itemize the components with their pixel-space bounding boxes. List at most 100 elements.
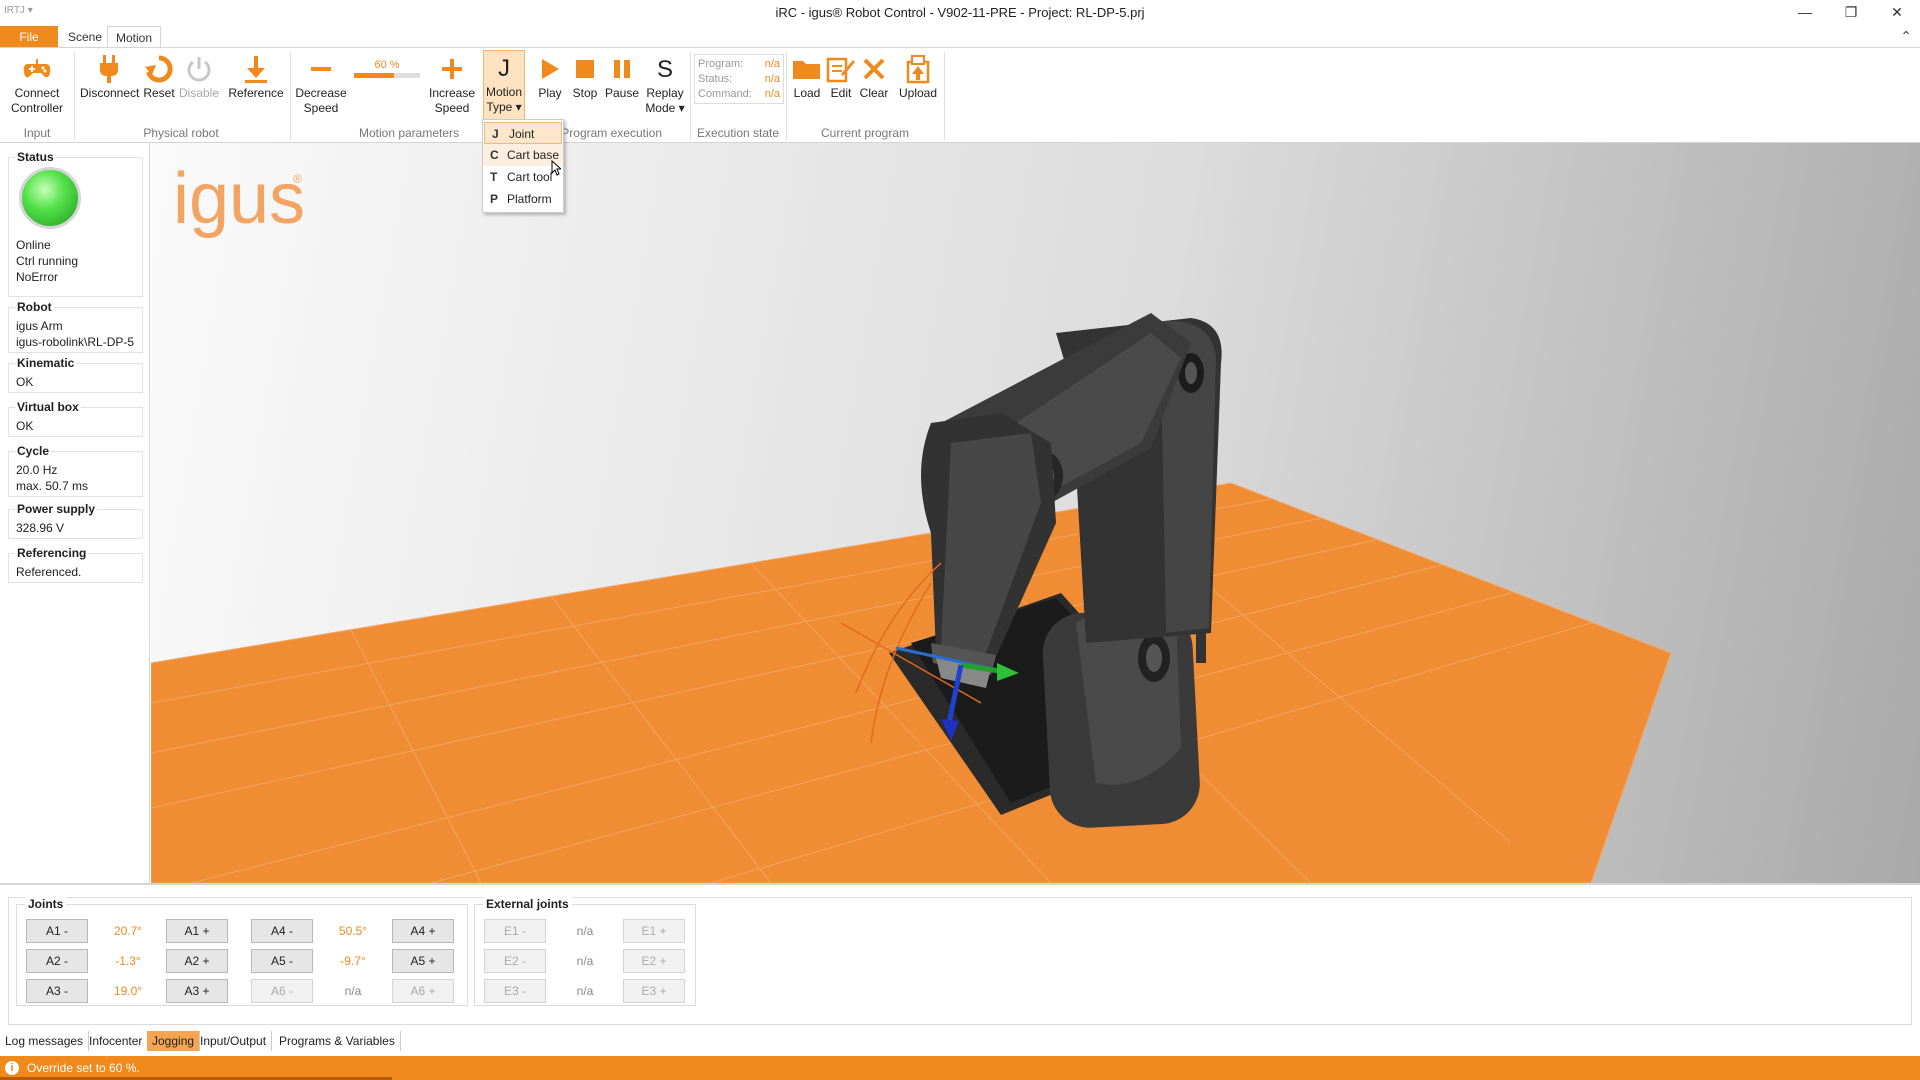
e2-plus-button[interactable]: E2 +	[623, 949, 685, 973]
connect-controller-button[interactable]: Connect Controller	[6, 52, 68, 116]
tab-motion[interactable]: Motion	[107, 26, 162, 48]
e3-plus-button[interactable]: E3 +	[623, 979, 685, 1003]
stop-button[interactable]: Stop	[568, 52, 602, 101]
group-label-physical-robot: Physical robot	[143, 126, 219, 140]
tab-programs-variables[interactable]: Programs & Variables	[274, 1031, 401, 1051]
status-online: Online	[16, 238, 51, 252]
cycle-frequency: 20.0 Hz	[16, 463, 58, 477]
a2-minus-button[interactable]: A2 -	[26, 949, 88, 973]
3d-viewport[interactable]: igus ®	[151, 143, 1920, 883]
a1-plus-button[interactable]: A1 +	[166, 919, 228, 943]
folder-icon	[790, 52, 824, 86]
reference-arrow-down-icon	[226, 52, 286, 86]
igus-logo-text: igus	[173, 159, 305, 239]
robot-box: Robot igus Arm igus-robolink\RL-DP-5	[8, 299, 143, 353]
minimize-button[interactable]: —	[1782, 0, 1828, 26]
upload-label: Upload	[898, 86, 938, 100]
maximize-button[interactable]: ❐	[1828, 0, 1874, 26]
bottom-tabs: Log messages Infocenter Jogging Input/Ou…	[0, 1031, 1920, 1053]
reset-button[interactable]: Reset	[141, 52, 177, 101]
disconnect-label: Disconnect	[80, 86, 140, 100]
decrease-speed-label: Decrease Speed	[295, 86, 347, 115]
a6-minus-button[interactable]: A6 -	[251, 979, 313, 1003]
load-button[interactable]: Load	[790, 52, 824, 101]
a1-minus-button[interactable]: A1 -	[26, 919, 88, 943]
program-state-value: n/a	[764, 58, 780, 70]
a3-minus-button[interactable]: A3 -	[26, 979, 88, 1003]
status-box: Status Online Ctrl running NoError	[8, 149, 143, 297]
a6-value: n/a	[344, 984, 362, 998]
decrease-speed-button[interactable]: Decrease Speed	[294, 52, 348, 116]
a2-plus-button[interactable]: A2 +	[166, 949, 228, 973]
status-state-label: Status:	[698, 73, 733, 85]
referencing-title: Referencing	[15, 545, 89, 561]
connect-controller-label: Connect Controller	[10, 86, 64, 115]
speed-percent: 60 %	[374, 59, 400, 71]
a5-minus-button[interactable]: A5 -	[251, 949, 313, 973]
tab-infocenter[interactable]: Infocenter	[84, 1031, 149, 1051]
a5-plus-button[interactable]: A5 +	[392, 949, 454, 973]
referencing-value: Referenced.	[16, 565, 82, 579]
status-panel: Status Online Ctrl running NoError Robot…	[0, 143, 150, 883]
menu-item-joint[interactable]: J Joint	[484, 122, 562, 144]
jogging-panel: Joints A1 - 20.7° A1 + A4 - 50.5° A4 + A…	[0, 883, 1920, 1034]
minus-icon	[294, 52, 348, 86]
speed-slider[interactable]	[354, 73, 420, 78]
referencing-box: Referencing Referenced.	[8, 545, 143, 583]
motion-type-button[interactable]: J Motion Type ▾	[483, 50, 525, 120]
edit-button[interactable]: Edit	[826, 52, 856, 101]
e1-minus-button[interactable]: E1 -	[484, 919, 546, 943]
upload-button[interactable]: Upload	[896, 52, 940, 101]
ribbon-separator	[944, 52, 945, 140]
robot-model: igus-robolink\RL-DP-5	[16, 335, 135, 349]
menu-item-platform[interactable]: P Platform	[483, 188, 563, 210]
a1-value: 20.7°	[113, 924, 143, 938]
a6-plus-button[interactable]: A6 +	[392, 979, 454, 1003]
ribbon-tabs: File Scene Motion ⌃	[0, 26, 1920, 48]
status-led	[19, 167, 81, 229]
status-bar: i Override set to 60 %.	[0, 1056, 1920, 1080]
e1-plus-button[interactable]: E1 +	[623, 919, 685, 943]
collapse-ribbon-icon[interactable]: ⌃	[1900, 28, 1912, 45]
group-label-execution-state: Execution state	[696, 126, 780, 140]
a2-value: -1.3°	[115, 954, 141, 968]
a3-plus-button[interactable]: A3 +	[166, 979, 228, 1003]
play-button[interactable]: Play	[534, 52, 566, 101]
reference-button[interactable]: Reference	[226, 52, 286, 101]
e3-minus-button[interactable]: E3 -	[484, 979, 546, 1003]
virtual-box-box: Virtual box OK	[8, 399, 143, 437]
command-state-value: n/a	[764, 88, 780, 100]
cycle-box: Cycle 20.0 Hz max. 50.7 ms	[8, 443, 143, 497]
e2-minus-button[interactable]: E2 -	[484, 949, 546, 973]
clear-x-icon	[858, 52, 890, 86]
pause-button[interactable]: Pause	[604, 52, 640, 101]
edit-label: Edit	[830, 86, 852, 100]
motion-type-letter: J	[498, 54, 510, 82]
stop-icon	[568, 52, 602, 86]
tab-input-output[interactable]: Input/Output	[195, 1031, 273, 1051]
close-button[interactable]: ✕	[1874, 0, 1920, 26]
a4-plus-button[interactable]: A4 +	[392, 919, 454, 943]
clear-button[interactable]: Clear	[858, 52, 890, 101]
speed-slider-fill	[354, 73, 394, 78]
upload-icon	[896, 52, 940, 86]
tab-log-messages[interactable]: Log messages	[0, 1031, 90, 1051]
status-state-value: n/a	[764, 73, 780, 85]
gamepad-icon	[6, 52, 68, 86]
igus-logo-mark: ®	[293, 172, 302, 186]
replay-mode-button[interactable]: S Replay Mode ▾	[642, 52, 688, 116]
kinematic-box: Kinematic OK	[8, 355, 143, 393]
power-icon	[178, 52, 220, 86]
a4-minus-button[interactable]: A4 -	[251, 919, 313, 943]
kinematic-title: Kinematic	[15, 355, 77, 371]
tab-jogging[interactable]: Jogging	[147, 1031, 201, 1051]
plus-icon	[426, 52, 478, 86]
tab-scene[interactable]: Scene	[60, 26, 110, 48]
execution-state-box: Program: n/a Status: n/a Command: n/a	[694, 54, 784, 104]
disconnect-button[interactable]: Disconnect	[80, 52, 140, 101]
tab-file[interactable]: File	[0, 26, 58, 48]
pause-label: Pause	[604, 86, 640, 100]
disable-button[interactable]: Disable	[178, 52, 220, 101]
increase-speed-button[interactable]: Increase Speed	[426, 52, 478, 116]
refresh-icon	[141, 52, 177, 86]
